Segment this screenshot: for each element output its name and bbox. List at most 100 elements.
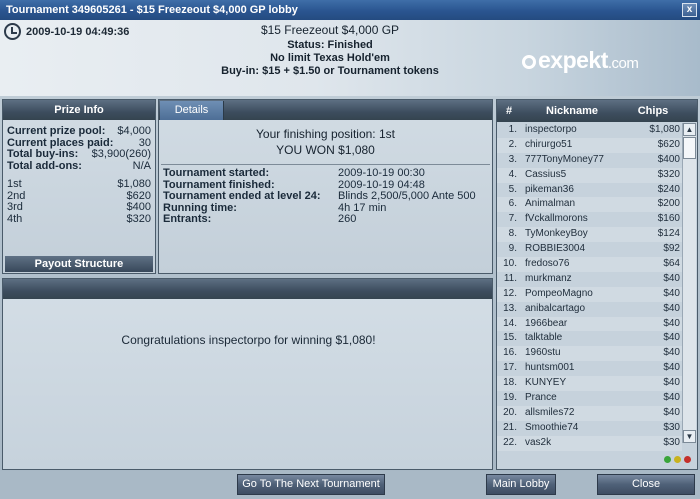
player-row[interactable]: 17. huntsm001 $40 xyxy=(497,361,682,376)
place-label: 4th xyxy=(7,212,23,225)
player-chips: $30 xyxy=(663,436,680,448)
tournament-header: 2009-10-19 04:49:36 $15 Freezeout $4,000… xyxy=(0,20,700,96)
column-number[interactable]: # xyxy=(497,100,521,122)
prize-info-label: Current prize pool: xyxy=(7,125,106,137)
player-row[interactable]: 22. vas2k $30 xyxy=(497,435,682,451)
details-label: Tournament ended at level 24: xyxy=(163,190,321,202)
close-button[interactable]: Close xyxy=(597,474,695,495)
game-type: No limit Texas Hold'em xyxy=(270,52,390,64)
player-nickname: murkmanz xyxy=(525,272,572,284)
finishing-position: Your finishing position: 1st xyxy=(256,127,395,141)
player-rank: 21. xyxy=(503,421,517,433)
player-row[interactable]: 16. 1960stu $40 xyxy=(497,346,682,362)
player-nickname: pikeman36 xyxy=(525,183,574,195)
player-row[interactable]: 12. PompeoMagno $40 xyxy=(497,286,682,302)
place-prize: $320 xyxy=(126,212,151,225)
tournament-name: $15 Freezeout $4,000 GP xyxy=(260,23,400,37)
prize-info-label: Total buy-ins: xyxy=(7,148,79,160)
player-row[interactable]: 1. inspectorpo $1,080 xyxy=(497,123,682,138)
prize-info-value: $3,900(260) xyxy=(91,148,151,160)
player-row[interactable]: 7. fVckallmorons $160 xyxy=(497,212,682,227)
status-dot-icon xyxy=(664,456,671,463)
player-row[interactable]: 14. 1966bear $40 xyxy=(497,316,682,332)
details-value: 260 xyxy=(338,213,357,225)
player-nickname: Animalman xyxy=(525,198,576,210)
tab-details[interactable]: Details xyxy=(160,101,224,120)
player-row[interactable]: 19. Prance $40 xyxy=(497,391,682,406)
winnings-text: YOU WON $1,080 xyxy=(276,143,375,157)
player-row[interactable]: 8. TyMonkeyBoy $124 xyxy=(497,227,682,243)
player-row[interactable]: 9. ROBBIE3004 $92 xyxy=(497,242,682,257)
player-chips: $64 xyxy=(663,258,680,270)
place-prize: $400 xyxy=(126,201,151,213)
main-lobby-button[interactable]: Main Lobby xyxy=(486,474,556,495)
next-tournament-button[interactable]: Go To The Next Tournament xyxy=(237,474,385,495)
player-row[interactable]: 11. murkmanz $40 xyxy=(497,272,682,287)
details-value: 2009-10-19 00:30 xyxy=(338,167,425,179)
player-nickname: Smoothie74 xyxy=(525,421,579,433)
player-row[interactable]: 13. anibalcartago $40 xyxy=(497,302,682,317)
details-label: Tournament started: xyxy=(163,167,270,179)
player-list-header: # Nickname Chips xyxy=(497,100,697,122)
player-row[interactable]: 15. talktable $40 xyxy=(497,331,682,346)
details-panel: Details Your finishing position: 1st YOU… xyxy=(158,99,493,274)
player-nickname: chirurgo51 xyxy=(525,138,573,150)
player-chips: $30 xyxy=(663,421,680,433)
player-nickname: inspectorpo xyxy=(525,124,577,135)
player-chips: $40 xyxy=(663,406,680,418)
player-nickname: 1966bear xyxy=(525,317,568,329)
player-rank: 19. xyxy=(503,392,517,404)
buy-in-info: Buy-in: $15 + $1.50 or Tournament tokens xyxy=(221,65,439,77)
player-chips: $1,080 xyxy=(649,124,680,135)
congratulations-message: Congratulations inspectorpo for winning … xyxy=(121,333,376,347)
payout-structure-button[interactable]: Payout Structure xyxy=(5,256,153,272)
player-nickname: fVckallmorons xyxy=(525,213,588,225)
details-divider xyxy=(161,164,490,165)
scroll-down-icon[interactable]: ▼ xyxy=(683,430,696,443)
message-panel: Congratulations inspectorpo for winning … xyxy=(2,278,493,470)
player-chips: $320 xyxy=(657,168,680,180)
player-rank: 16. xyxy=(503,347,517,359)
player-nickname: talktable xyxy=(525,332,563,344)
player-chips: $200 xyxy=(657,198,680,210)
player-nickname: TyMonkeyBoy xyxy=(525,228,588,240)
player-chips: $40 xyxy=(663,317,680,329)
player-row[interactable]: 18. KUNYEY $40 xyxy=(497,376,682,392)
expekt-logo: expekt.com xyxy=(522,47,639,74)
player-row[interactable]: 3. 777TonyMoney77 $400 xyxy=(497,153,682,168)
player-list-scrollbar[interactable]: ▲ ▼ xyxy=(682,123,696,443)
column-nickname[interactable]: Nickname xyxy=(521,100,623,122)
details-tabstrip: Details xyxy=(159,100,492,120)
player-rank: 6. xyxy=(508,198,517,210)
scroll-up-icon[interactable]: ▲ xyxy=(683,123,696,136)
player-chips: $40 xyxy=(663,272,680,284)
prize-info-row: Current prize pool: $4,000 xyxy=(7,125,151,138)
player-row[interactable]: 5. pikeman36 $240 xyxy=(497,183,682,198)
tournament-summary: $15 Freezeout $4,000 GP Status: Finished… xyxy=(190,23,470,78)
status-dot-icon xyxy=(674,456,681,463)
player-rank: 13. xyxy=(503,302,517,314)
prize-place-row: 3rd $400 xyxy=(7,201,151,214)
prize-info-label: Total add-ons: xyxy=(7,159,82,172)
current-datetime: 2009-10-19 04:49:36 xyxy=(26,26,130,38)
prize-info-row: Total add-ons: N/A xyxy=(7,159,151,173)
player-row[interactable]: 20. allsmiles72 $40 xyxy=(497,405,682,421)
player-row[interactable]: 2. chirurgo51 $620 xyxy=(497,137,682,153)
player-rank: 17. xyxy=(503,362,517,374)
details-row: Entrants: 260 xyxy=(159,213,492,226)
player-row[interactable]: 4. Cassius5 $320 xyxy=(497,167,682,183)
player-row[interactable]: 10. fredoso76 $64 xyxy=(497,257,682,272)
player-nickname: Cassius5 xyxy=(525,168,567,180)
close-window-button[interactable]: x xyxy=(682,3,697,17)
column-chips[interactable]: Chips xyxy=(623,100,683,122)
prize-info-value: $4,000 xyxy=(117,125,151,137)
player-row[interactable]: 21. Smoothie74 $30 xyxy=(497,421,682,436)
player-row[interactable]: 6. Animalman $200 xyxy=(497,197,682,213)
player-nickname: Prance xyxy=(525,392,557,404)
player-rank: 12. xyxy=(503,287,517,299)
details-row: Tournament ended at level 24: Blinds 2,50… xyxy=(159,190,492,203)
prize-info-panel: Prize Info Current prize pool: $4,000 Curr… xyxy=(2,99,156,274)
prize-info-title: Prize Info xyxy=(3,100,155,120)
scroll-thumb[interactable] xyxy=(683,137,696,159)
status-dot-icon xyxy=(684,456,691,463)
